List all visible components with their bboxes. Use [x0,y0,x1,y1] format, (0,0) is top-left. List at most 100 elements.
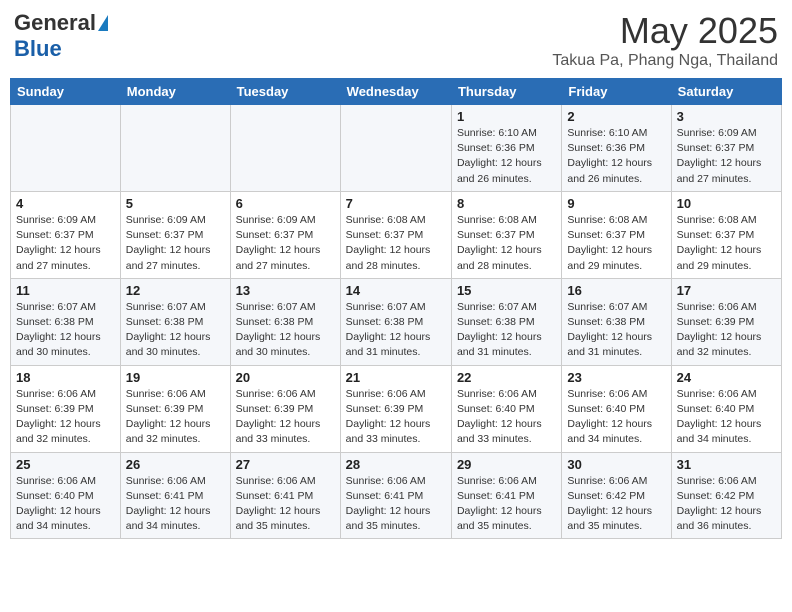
day-number: 8 [457,196,556,211]
calendar-cell: 30 Sunrise: 6:06 AM Sunset: 6:42 PM Dayli… [562,452,671,539]
day-info: Sunrise: 6:07 AM Sunset: 6:38 PM Dayligh… [567,300,665,361]
day-info: Sunrise: 6:06 AM Sunset: 6:39 PM Dayligh… [677,300,776,361]
day-number: 10 [677,196,776,211]
calendar-cell: 24 Sunrise: 6:06 AM Sunset: 6:40 PM Dayli… [671,365,781,452]
day-number: 6 [236,196,335,211]
calendar-cell: 9Sunrise: 6:08 AM Sunset: 6:37 PM Daylig… [562,191,671,278]
location-title: Takua Pa, Phang Nga, Thailand [552,52,778,70]
day-info: Sunrise: 6:06 AM Sunset: 6:40 PM Dayligh… [457,387,556,448]
calendar-cell: 18 Sunrise: 6:06 AM Sunset: 6:39 PM Dayli… [11,365,121,452]
day-number: 7 [346,196,446,211]
day-info: Sunrise: 6:08 AM Sunset: 6:37 PM Dayligh… [677,213,776,274]
day-number: 24 [677,370,776,385]
calendar-cell: 21Sunrise: 6:06 AM Sunset: 6:39 PM Dayli… [340,365,451,452]
logo-general: General [14,10,96,36]
weekday-header-saturday: Saturday [671,79,781,105]
day-number: 4 [16,196,115,211]
weekday-header-thursday: Thursday [451,79,561,105]
month-title: May 2025 [552,10,778,52]
calendar-cell: 16 Sunrise: 6:07 AM Sunset: 6:38 PM Dayli… [562,278,671,365]
day-number: 3 [677,109,776,124]
day-number: 1 [457,109,556,124]
weekday-header-sunday: Sunday [11,79,121,105]
calendar-cell [11,105,121,192]
calendar-week-row: 25Sunrise: 6:06 AM Sunset: 6:40 PM Dayli… [11,452,782,539]
day-number: 27 [236,457,335,472]
day-number: 16 [567,283,665,298]
day-number: 30 [567,457,665,472]
calendar-cell: 3Sunrise: 6:09 AM Sunset: 6:37 PM Daylig… [671,105,781,192]
weekday-header-wednesday: Wednesday [340,79,451,105]
day-info: Sunrise: 6:10 AM Sunset: 6:36 PM Dayligh… [457,126,556,187]
day-info: Sunrise: 6:06 AM Sunset: 6:39 PM Dayligh… [126,387,225,448]
day-number: 31 [677,457,776,472]
day-info: Sunrise: 6:09 AM Sunset: 6:37 PM Dayligh… [16,213,115,274]
calendar-cell: 25Sunrise: 6:06 AM Sunset: 6:40 PM Dayli… [11,452,121,539]
day-number: 28 [346,457,446,472]
calendar-cell: 17Sunrise: 6:06 AM Sunset: 6:39 PM Dayli… [671,278,781,365]
calendar-cell: 31 Sunrise: 6:06 AM Sunset: 6:42 PM Dayli… [671,452,781,539]
day-number: 29 [457,457,556,472]
logo: General Blue [14,10,108,62]
day-number: 5 [126,196,225,211]
day-number: 11 [16,283,115,298]
day-info: Sunrise: 6:07 AM Sunset: 6:38 PM Dayligh… [16,300,115,361]
day-info: Sunrise: 6:09 AM Sunset: 6:37 PM Dayligh… [126,213,225,274]
calendar-cell: 4 Sunrise: 6:09 AM Sunset: 6:37 PM Daylig… [11,191,121,278]
calendar-cell [120,105,230,192]
weekday-header-friday: Friday [562,79,671,105]
calendar-cell: 1 Sunrise: 6:10 AM Sunset: 6:36 PM Daylig… [451,105,561,192]
day-info: Sunrise: 6:10 AM Sunset: 6:36 PM Dayligh… [567,126,665,187]
day-info: Sunrise: 6:06 AM Sunset: 6:39 PM Dayligh… [346,387,446,448]
day-info: Sunrise: 6:06 AM Sunset: 6:39 PM Dayligh… [236,387,335,448]
logo-triangle-icon [98,15,108,31]
calendar-cell [230,105,340,192]
calendar-cell: 5 Sunrise: 6:09 AM Sunset: 6:37 PM Daylig… [120,191,230,278]
calendar-cell: 26 Sunrise: 6:06 AM Sunset: 6:41 PM Dayli… [120,452,230,539]
day-info: Sunrise: 6:08 AM Sunset: 6:37 PM Dayligh… [457,213,556,274]
calendar-cell: 2 Sunrise: 6:10 AM Sunset: 6:36 PM Daylig… [562,105,671,192]
weekday-header-monday: Monday [120,79,230,105]
day-info: Sunrise: 6:07 AM Sunset: 6:38 PM Dayligh… [236,300,335,361]
day-info: Sunrise: 6:06 AM Sunset: 6:42 PM Dayligh… [677,474,776,535]
title-area: May 2025 Takua Pa, Phang Nga, Thailand [552,10,778,70]
calendar-cell: 22Sunrise: 6:06 AM Sunset: 6:40 PM Dayli… [451,365,561,452]
calendar-cell: 11 Sunrise: 6:07 AM Sunset: 6:38 PM Dayli… [11,278,121,365]
day-number: 25 [16,457,115,472]
day-info: Sunrise: 6:08 AM Sunset: 6:37 PM Dayligh… [346,213,446,274]
day-number: 23 [567,370,665,385]
calendar-week-row: 4 Sunrise: 6:09 AM Sunset: 6:37 PM Daylig… [11,191,782,278]
day-number: 9 [567,196,665,211]
calendar-week-row: 11 Sunrise: 6:07 AM Sunset: 6:38 PM Dayli… [11,278,782,365]
calendar-cell: 6Sunrise: 6:09 AM Sunset: 6:37 PM Daylig… [230,191,340,278]
day-info: Sunrise: 6:07 AM Sunset: 6:38 PM Dayligh… [346,300,446,361]
day-info: Sunrise: 6:06 AM Sunset: 6:41 PM Dayligh… [346,474,446,535]
weekday-header-tuesday: Tuesday [230,79,340,105]
calendar-cell: 12Sunrise: 6:07 AM Sunset: 6:38 PM Dayli… [120,278,230,365]
day-info: Sunrise: 6:06 AM Sunset: 6:41 PM Dayligh… [457,474,556,535]
calendar-table: SundayMondayTuesdayWednesdayThursdayFrid… [10,78,782,539]
calendar-cell: 27Sunrise: 6:06 AM Sunset: 6:41 PM Dayli… [230,452,340,539]
day-info: Sunrise: 6:06 AM Sunset: 6:39 PM Dayligh… [16,387,115,448]
day-number: 14 [346,283,446,298]
calendar-cell [340,105,451,192]
day-info: Sunrise: 6:06 AM Sunset: 6:42 PM Dayligh… [567,474,665,535]
calendar-cell: 23 Sunrise: 6:06 AM Sunset: 6:40 PM Dayli… [562,365,671,452]
calendar-cell: 20 Sunrise: 6:06 AM Sunset: 6:39 PM Dayli… [230,365,340,452]
day-info: Sunrise: 6:06 AM Sunset: 6:41 PM Dayligh… [126,474,225,535]
calendar-cell: 19 Sunrise: 6:06 AM Sunset: 6:39 PM Dayli… [120,365,230,452]
day-number: 26 [126,457,225,472]
logo-blue: Blue [14,36,62,62]
calendar-cell: 7 Sunrise: 6:08 AM Sunset: 6:37 PM Daylig… [340,191,451,278]
calendar-cell: 28 Sunrise: 6:06 AM Sunset: 6:41 PM Dayli… [340,452,451,539]
day-info: Sunrise: 6:06 AM Sunset: 6:40 PM Dayligh… [677,387,776,448]
day-number: 20 [236,370,335,385]
calendar-cell: 15Sunrise: 6:07 AM Sunset: 6:38 PM Dayli… [451,278,561,365]
day-info: Sunrise: 6:06 AM Sunset: 6:40 PM Dayligh… [567,387,665,448]
day-number: 2 [567,109,665,124]
calendar-week-row: 18 Sunrise: 6:06 AM Sunset: 6:39 PM Dayli… [11,365,782,452]
calendar-cell: 29 Sunrise: 6:06 AM Sunset: 6:41 PM Dayli… [451,452,561,539]
day-number: 15 [457,283,556,298]
day-number: 19 [126,370,225,385]
day-number: 18 [16,370,115,385]
